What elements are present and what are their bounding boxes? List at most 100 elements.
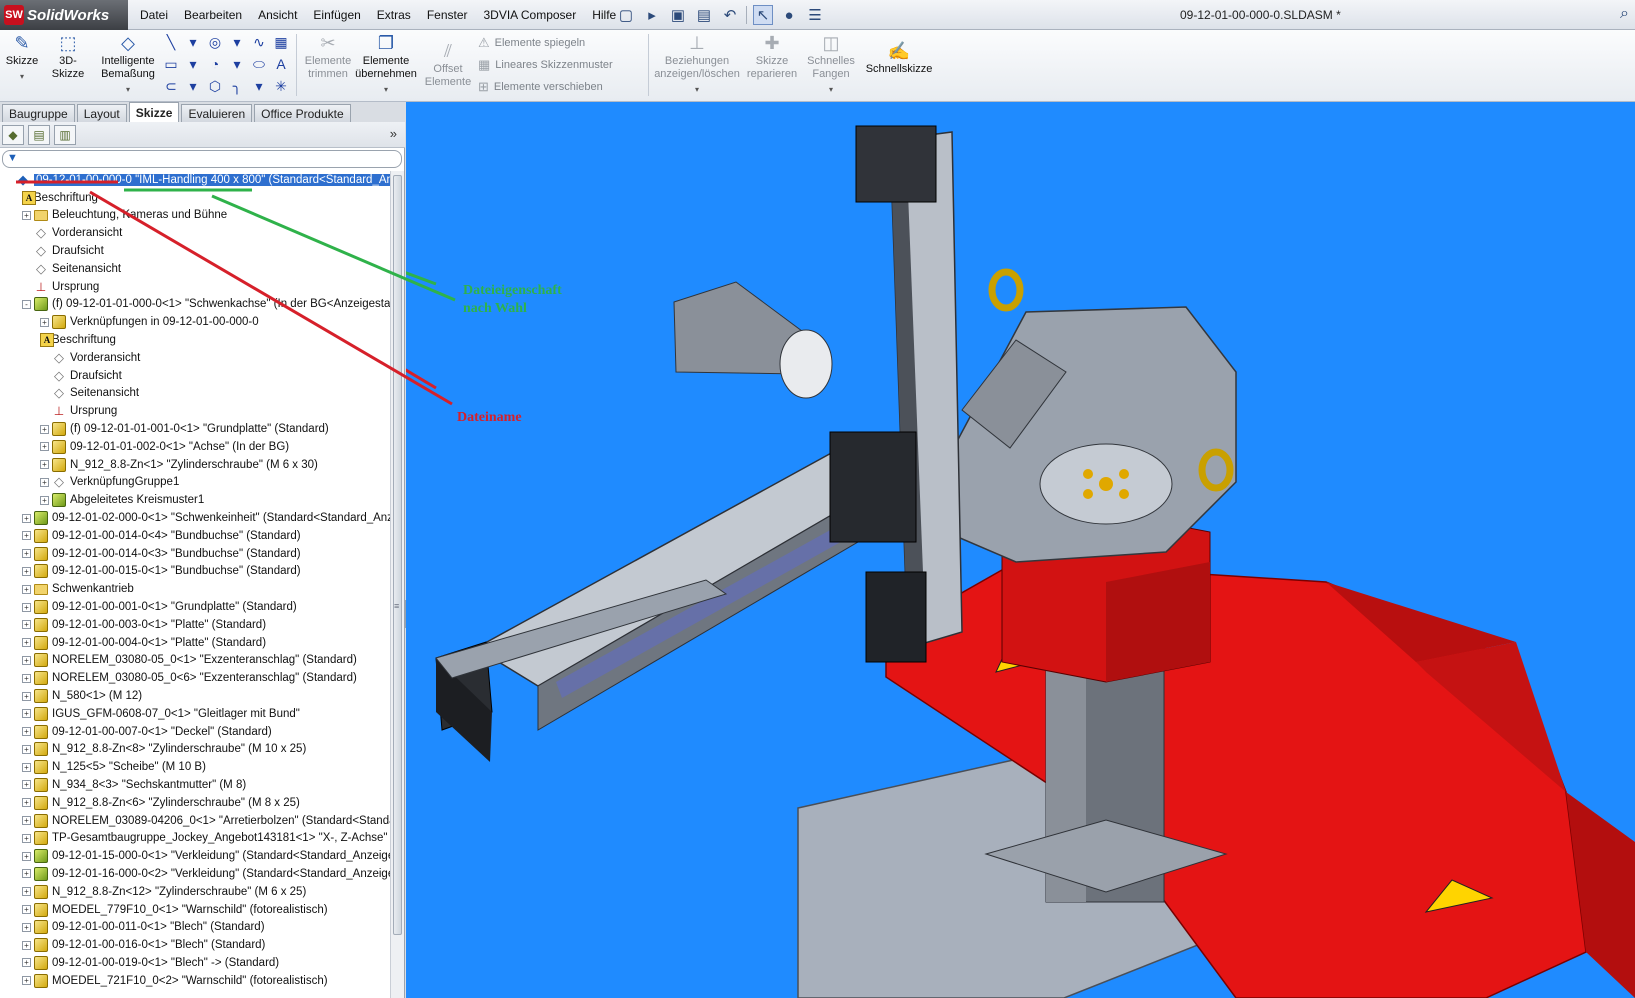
- tree-item[interactable]: +ABeschriftung: [0, 331, 390, 349]
- tree-item[interactable]: + N_912_8.8-Zn<1> "Zylinderschraube" (M 6…: [0, 456, 390, 474]
- tree-item[interactable]: + IGUS_GFM-0608-07_0<1> "Gleitlager mit B…: [0, 705, 390, 723]
- expand-toggle-icon[interactable]: +: [22, 210, 31, 220]
- expand-panel-icon[interactable]: »: [390, 126, 397, 141]
- text-icon[interactable]: A: [270, 54, 292, 74]
- scrollbar-thumb[interactable]: [393, 175, 402, 935]
- tree-item[interactable]: + N_934_8<3> "Sechskantmutter" (M 8): [0, 776, 390, 794]
- tree-item[interactable]: + N_580<1> (M 12): [0, 687, 390, 705]
- chevron-down-icon[interactable]: ▾: [182, 32, 204, 52]
- tree-item[interactable]: +09-12-01-00-011-0<1> "Blech" (Standard): [0, 918, 390, 936]
- undo-icon[interactable]: ↶: [720, 5, 740, 25]
- tree-item[interactable]: +09-12-01-00-014-0<4> "Bundbuchse" (Stan…: [0, 527, 390, 545]
- rectangle-icon[interactable]: ▭: [160, 54, 182, 74]
- ellipse-icon[interactable]: ⬭: [248, 54, 270, 74]
- linear-pattern-button[interactable]: ▦ Lineares Skizzenmuster: [478, 57, 613, 73]
- expand-toggle-icon[interactable]: +: [22, 798, 31, 808]
- expand-toggle-icon[interactable]: +: [22, 531, 31, 541]
- tree-item[interactable]: + MOEDEL_721F10_0<2> "Warnschild" (fotore…: [0, 972, 390, 990]
- line-icon[interactable]: ╲: [160, 32, 182, 52]
- chevron-down-icon[interactable]: ▾: [226, 32, 248, 52]
- polygon-icon[interactable]: ⬡: [204, 76, 226, 96]
- tab-layout[interactable]: Layout: [76, 104, 127, 122]
- tab-baugruppe[interactable]: Baugruppe: [2, 104, 75, 122]
- tree-item[interactable]: + Verknüpfungen in 09-12-01-00-000-0: [0, 313, 390, 331]
- repair-sketch-button[interactable]: ✚ Skizze reparieren: [746, 32, 798, 81]
- tree-item[interactable]: - (f) 09-12-01-01-000-0<1> "Schwenkachse"…: [0, 296, 390, 314]
- tree-item[interactable]: ◇ Vorderansicht: [0, 224, 390, 242]
- property-manager-tab-icon[interactable]: ▤: [28, 125, 50, 145]
- expand-toggle-icon[interactable]: +: [22, 691, 31, 701]
- expand-toggle-icon[interactable]: +: [22, 584, 31, 594]
- expand-toggle-icon[interactable]: +: [22, 905, 31, 915]
- rebuild-icon[interactable]: ●: [779, 5, 799, 25]
- expand-toggle-icon[interactable]: +: [22, 922, 31, 932]
- tree-item[interactable]: + Schwenkantrieb: [0, 580, 390, 598]
- tree-item[interactable]: + N_912_8.8-Zn<12> "Zylinderschraube" (M …: [0, 883, 390, 901]
- rapid-sketch-button[interactable]: ✍ Schnellskizze: [866, 40, 933, 76]
- tree-item[interactable]: ⊥ Ursprung: [0, 278, 390, 296]
- expand-toggle-icon[interactable]: +: [22, 851, 31, 861]
- tree-item[interactable]: + NORELEM_03089-04206_0<1> "Arretierbolze…: [0, 812, 390, 830]
- menu-item-ansicht[interactable]: Ansicht: [250, 8, 305, 22]
- tree-item[interactable]: ◇ Draufsicht: [0, 367, 390, 385]
- tree-item[interactable]: +ABeschriftung: [0, 189, 390, 207]
- expand-toggle-icon[interactable]: +: [22, 655, 31, 665]
- point-icon[interactable]: ✳: [270, 76, 292, 96]
- display-relations-button[interactable]: ⊥ Beziehungen anzeigen/löschen ▾: [652, 32, 742, 96]
- tree-item[interactable]: + ◇ VerknüpfungGruppe1: [0, 474, 390, 492]
- smart-dimension-button[interactable]: ◇ Intelligente Bemaßung ▾: [98, 32, 158, 96]
- tree-item[interactable]: + (f) 09-12-01-01-001-0<1> "Grundplatte" …: [0, 420, 390, 438]
- open-document-icon[interactable]: ▸: [642, 5, 662, 25]
- tree-item[interactable]: +09-12-01-00-007-0<1> "Deckel" (Standard…: [0, 723, 390, 741]
- tree-item[interactable]: + NORELEM_03080-05_0<1> "Exzenteranschlag…: [0, 652, 390, 670]
- expand-toggle-icon[interactable]: +: [22, 727, 31, 737]
- tree-item[interactable]: + NORELEM_03080-05_0<6> "Exzenteranschlag…: [0, 669, 390, 687]
- expand-toggle-icon[interactable]: +: [22, 762, 31, 772]
- menu-item-extras[interactable]: Extras: [369, 8, 419, 22]
- tree-item[interactable]: + TP-Gesamtbaugruppe_Jockey_Angebot143181…: [0, 829, 390, 847]
- feature-tree-tab-icon[interactable]: ◆: [2, 125, 24, 145]
- tree-item[interactable]: +09-12-01-00-003-0<1> "Platte" (Standard…: [0, 616, 390, 634]
- tab-office-produkte[interactable]: Office Produkte: [254, 104, 351, 122]
- tree-item[interactable]: +09-12-01-00-015-0<1> "Bundbuchse" (Stan…: [0, 563, 390, 581]
- select-pointer-icon[interactable]: ↖: [753, 5, 773, 25]
- expand-toggle-icon[interactable]: +: [22, 958, 31, 968]
- expand-toggle-icon[interactable]: +: [40, 495, 49, 505]
- menu-item-3dvia-composer[interactable]: 3DVIA Composer: [476, 8, 585, 22]
- chevron-down-icon[interactable]: ▾: [182, 54, 204, 74]
- expand-toggle-icon[interactable]: +: [22, 566, 31, 576]
- convert-entities-button[interactable]: ❐ Elemente übernehmen ▾: [352, 32, 420, 96]
- save-icon[interactable]: ▣: [668, 5, 688, 25]
- expand-toggle-icon[interactable]: +: [22, 869, 31, 879]
- tab-evaluieren[interactable]: Evaluieren: [181, 104, 253, 122]
- print-icon[interactable]: ▤: [694, 5, 714, 25]
- configuration-manager-tab-icon[interactable]: ▥: [54, 125, 76, 145]
- tree-item[interactable]: ◆ 09-12-01-00-000-0 "IML-Handling 400 x 8…: [0, 171, 390, 189]
- expand-toggle-icon[interactable]: +: [22, 940, 31, 950]
- expand-toggle-icon[interactable]: +: [22, 602, 31, 612]
- offset-entities-button[interactable]: ⫽ Offset Elemente: [424, 40, 472, 89]
- tree-item[interactable]: ◇ Seitenansicht: [0, 385, 390, 403]
- expand-toggle-icon[interactable]: +: [22, 620, 31, 630]
- tree-item[interactable]: +09-12-01-00-004-0<1> "Platte" (Standard…: [0, 634, 390, 652]
- new-document-icon[interactable]: ▢: [616, 5, 636, 25]
- tree-filter-input[interactable]: ▼: [2, 150, 402, 168]
- expand-toggle-icon[interactable]: +: [40, 460, 49, 470]
- tab-skizze[interactable]: Skizze: [128, 102, 180, 122]
- chevron-down-icon[interactable]: ▾: [182, 76, 204, 96]
- options-icon[interactable]: ☰: [805, 5, 825, 25]
- menu-item-fenster[interactable]: Fenster: [419, 8, 476, 22]
- expand-toggle-icon[interactable]: +: [40, 424, 49, 434]
- tree-item[interactable]: ⊥ Ursprung: [0, 402, 390, 420]
- tree-item[interactable]: +09-12-01-02-000-0<1> "Schwenkeinheit" (…: [0, 509, 390, 527]
- app-logo[interactable]: SW SolidWorks: [0, 0, 128, 30]
- quick-snaps-button[interactable]: ◫ Schnelles Fangen ▾: [806, 32, 856, 96]
- tree-item[interactable]: +09-12-01-00-014-0<3> "Bundbuchse" (Stan…: [0, 545, 390, 563]
- tree-item[interactable]: ◇ Draufsicht: [0, 242, 390, 260]
- tree-item[interactable]: +09-12-01-00-016-0<1> "Blech" (Standard): [0, 936, 390, 954]
- tree-item[interactable]: +09-12-01-01-002-0<1> "Achse" (In der BG…: [0, 438, 390, 456]
- tree-item[interactable]: ◇ Vorderansicht: [0, 349, 390, 367]
- 3d-sketch-button[interactable]: ⬚ 3D-Skizze: [44, 32, 92, 81]
- graphics-viewport[interactable]: [406, 102, 1635, 998]
- tree-item[interactable]: +09-12-01-15-000-0<1> "Verkleidung" (Sta…: [0, 847, 390, 865]
